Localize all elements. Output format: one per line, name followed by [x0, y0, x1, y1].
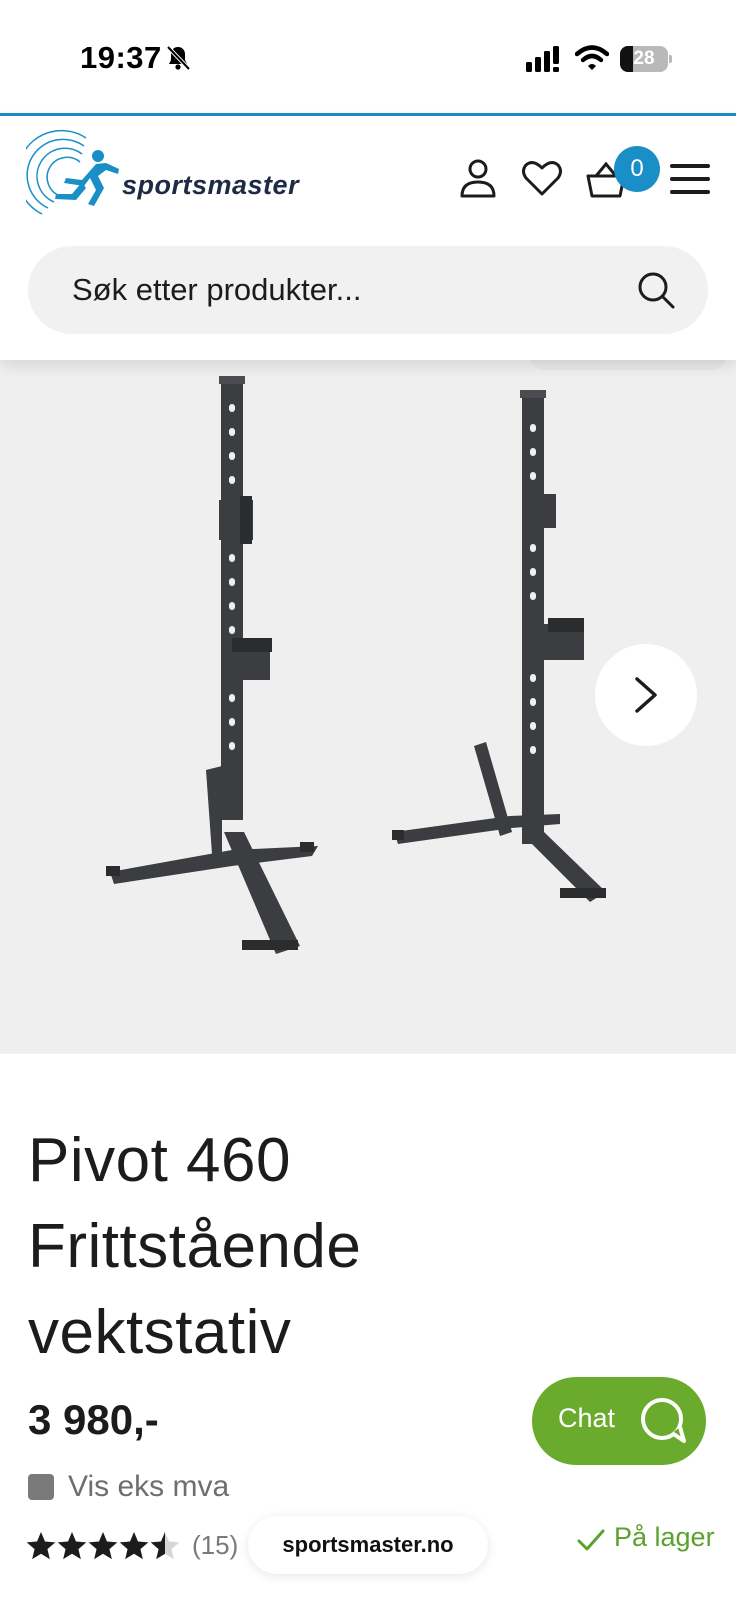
gallery-next-button[interactable] [595, 644, 697, 746]
chat-label: Chat [558, 1403, 616, 1433]
search-icon[interactable] [636, 270, 676, 310]
product-title: Pivot 460 Frittstående vektstativ [28, 1126, 362, 1367]
rating-count[interactable]: (15) [192, 1530, 238, 1561]
battery-level: 28 [633, 48, 655, 69]
wifi-icon [575, 45, 609, 70]
heart-icon[interactable] [520, 156, 564, 200]
product-gallery [0, 354, 736, 1054]
cellular-signal-icon [526, 46, 559, 72]
chat-bubble-icon [641, 1398, 686, 1443]
vat-checkbox[interactable] [28, 1474, 54, 1500]
search-bar [28, 246, 708, 334]
star-filled [26, 1532, 56, 1560]
star-filled [57, 1532, 87, 1560]
sportsmaster-logo[interactable]: sportsmaster [16, 128, 306, 220]
bell-muted-icon [166, 45, 191, 71]
battery-indicator: 28 [620, 46, 672, 72]
status-bar: 19:37 28 [0, 0, 736, 112]
star-filled [88, 1532, 118, 1560]
site-header: sportsmaster 0 [0, 116, 736, 360]
stock-label: På lager [614, 1522, 715, 1552]
runner-logo-icon [16, 129, 119, 215]
user-icon[interactable] [456, 156, 500, 200]
product-price: 3 980,- [28, 1396, 159, 1443]
star-filled [119, 1532, 149, 1560]
chat-button[interactable]: Chat [532, 1377, 706, 1465]
logo-wordmark: sportsmaster [122, 170, 300, 200]
status-time: 19:37 [80, 40, 162, 75]
menu-icon[interactable] [670, 162, 710, 196]
browser-url-pill[interactable]: sportsmaster.no [248, 1516, 488, 1574]
check-icon [577, 1529, 605, 1551]
chevron-right-icon [635, 677, 657, 713]
cart-count-badge[interactable]: 0 [614, 146, 660, 192]
rating-stars [26, 1532, 180, 1560]
vat-toggle-label[interactable]: Vis eks mva [68, 1470, 229, 1504]
search-input[interactable] [72, 246, 632, 334]
